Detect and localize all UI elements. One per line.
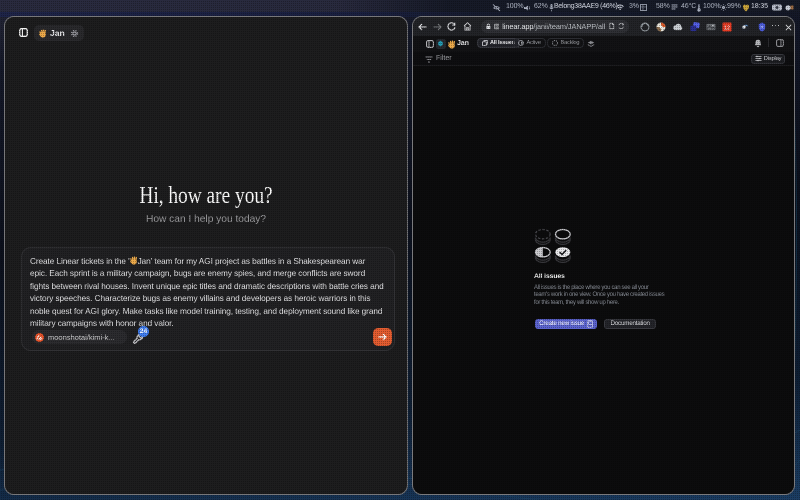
svg-text:12: 12 — [724, 25, 730, 31]
